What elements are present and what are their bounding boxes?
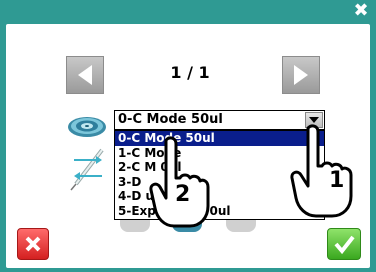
pointing-hand-icon [149, 136, 210, 228]
prev-page-button[interactable] [66, 56, 104, 94]
dialog-frame: ✖ 1 / 1 0-C Mode 50ul 0-C Mode 50ul 1-C … [0, 0, 376, 272]
triangle-left-icon [78, 65, 92, 85]
confirm-button[interactable] [327, 228, 361, 260]
close-icon[interactable]: ✖ [352, 2, 370, 20]
step-number: 1 [329, 168, 345, 193]
hidden-button [226, 220, 256, 232]
pipette-icon [70, 148, 104, 191]
check-icon [334, 235, 355, 255]
triangle-right-icon [294, 65, 308, 85]
pointing-hand-icon [290, 124, 353, 218]
step-number: 2 [175, 182, 191, 207]
cancel-button[interactable] [17, 228, 49, 260]
x-icon [25, 236, 41, 252]
next-page-button[interactable] [282, 56, 320, 94]
page-indicator: 1 / 1 [170, 63, 210, 82]
hidden-button [120, 220, 150, 232]
mode-select-value: 0-C Mode 50ul [118, 112, 223, 127]
disc-icon [68, 117, 106, 137]
